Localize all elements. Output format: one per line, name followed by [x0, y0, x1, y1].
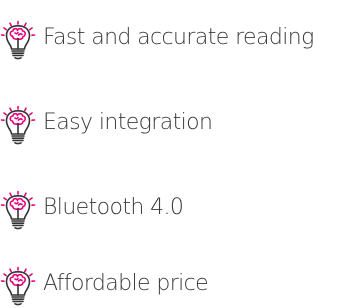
feature-item: Affordable price: [0, 266, 343, 306]
feature-item: Fast and accurate reading: [0, 20, 343, 60]
feature-label: Fast and accurate reading: [43, 25, 314, 50]
feature-item: Bluetooth 4.0: [0, 190, 343, 230]
feature-list: Fast and accurate reading Easy integrati…: [0, 0, 343, 308]
feature-label: Easy integration: [43, 110, 213, 135]
feature-label: Bluetooth 4.0: [43, 195, 184, 220]
lightbulb-brain-icon: [0, 266, 36, 306]
lightbulb-brain-icon: [0, 190, 36, 230]
lightbulb-brain-icon: [0, 105, 36, 145]
feature-item: Easy integration: [0, 105, 343, 145]
feature-label: Affordable price: [43, 271, 209, 296]
lightbulb-brain-icon: [0, 20, 36, 60]
